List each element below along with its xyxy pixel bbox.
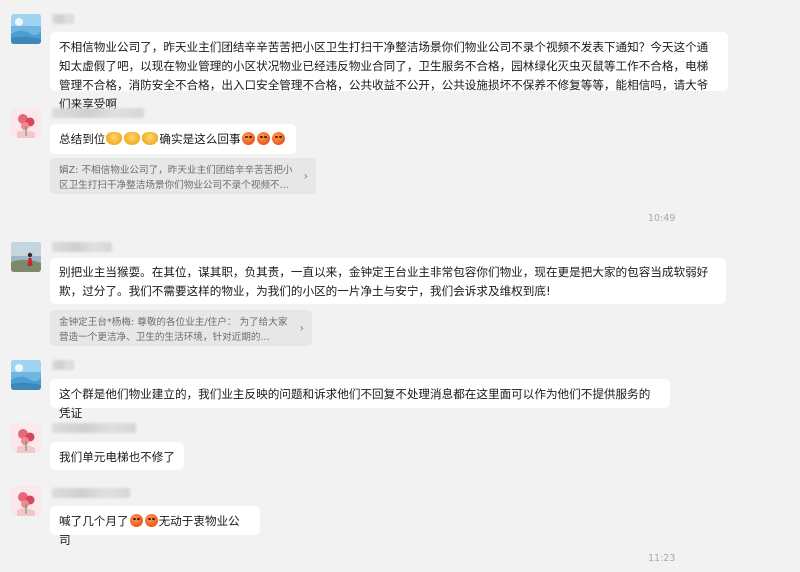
message-text: 这个群是他们物业建立的，我们业主反映的问题和诉求他们不回复不处理消息都在这里面可…	[59, 387, 651, 420]
message-bubble[interactable]: 总结到位 确实是这么回事	[50, 124, 296, 154]
avatar[interactable]	[11, 486, 41, 516]
sender-name-blurred	[52, 488, 130, 498]
avatar[interactable]	[11, 14, 41, 44]
sender-name-blurred	[52, 108, 144, 118]
avatar[interactable]	[11, 360, 41, 390]
sender-name-blurred	[52, 360, 74, 370]
angry-face-emoji-icon	[271, 132, 285, 145]
avatar[interactable]	[11, 242, 41, 272]
sender-name-blurred	[52, 423, 136, 433]
person-avatar-icon	[11, 242, 41, 272]
sender-name-blurred	[52, 14, 74, 24]
landscape-avatar-icon	[11, 14, 41, 44]
message-bubble[interactable]: 这个群是他们物业建立的，我们业主反映的问题和诉求他们不回复不处理消息都在这里面可…	[50, 379, 670, 420]
quoted-text: 金钟定王台*杨梅: 尊敬的各位业主/住户： 为了给大家营造一个更洁净、卫生的生活…	[59, 317, 288, 343]
angry-face-emoji-icon	[256, 132, 270, 145]
message-text: 确实是这么回事	[159, 132, 241, 146]
message-bubble[interactable]: 不相信物业公司了，昨天业主们团结辛辛苦苦把小区卫生打扫干净整洁场景你们物业公司不…	[50, 32, 728, 111]
quoted-message[interactable]: 金钟定王台*杨梅: 尊敬的各位业主/住户： 为了给大家营造一个更洁净、卫生的生活…	[50, 310, 312, 346]
avatar[interactable]	[11, 108, 41, 138]
sender-name-blurred	[52, 242, 112, 252]
message-text: 不相信物业公司了，昨天业主们团结辛辛苦苦把小区卫生打扫干净整洁场景你们物业公司不…	[59, 40, 709, 111]
handshake-emoji-icon	[106, 132, 123, 145]
timestamp: 10:49	[648, 213, 676, 224]
message-text: 别把业主当猴耍。在其位，谋其职，负其责，一直以来，金钟定王台业主非常包容你们物业…	[59, 265, 709, 298]
timestamp: 11:23	[648, 553, 676, 564]
flower-avatar-icon	[11, 486, 41, 516]
landscape-avatar-icon	[11, 360, 41, 390]
flower-avatar-icon	[11, 423, 41, 453]
message-bubble[interactable]: 我们单元电梯也不修了	[50, 442, 184, 470]
message-bubble[interactable]: 别把业主当猴耍。在其位，谋其职，负其责，一直以来，金钟定王台业主非常包容你们物业…	[50, 258, 726, 304]
angry-face-emoji-icon	[241, 132, 255, 145]
quoted-text: 娟Z: 不相信物业公司了，昨天业主们团结辛辛苦苦把小区卫生打扫干净整洁场景你们物…	[59, 165, 293, 191]
flower-avatar-icon	[11, 108, 41, 138]
angry-face-emoji-icon	[129, 514, 143, 527]
message-bubble[interactable]: 喊了几个月了 无动于衷物业公司	[50, 506, 260, 547]
handshake-emoji-icon	[142, 132, 159, 145]
chevron-right-icon: ›	[299, 321, 304, 335]
chevron-right-icon: ›	[303, 169, 308, 183]
message-text: 喊了几个月了	[59, 514, 129, 528]
message-text: 我们单元电梯也不修了	[59, 450, 175, 464]
avatar[interactable]	[11, 423, 41, 453]
quoted-message[interactable]: 娟Z: 不相信物业公司了，昨天业主们团结辛辛苦苦把小区卫生打扫干净整洁场景你们物…	[50, 158, 316, 194]
angry-face-emoji-icon	[144, 514, 158, 527]
handshake-emoji-icon	[124, 132, 141, 145]
message-text: 总结到位	[59, 132, 106, 146]
